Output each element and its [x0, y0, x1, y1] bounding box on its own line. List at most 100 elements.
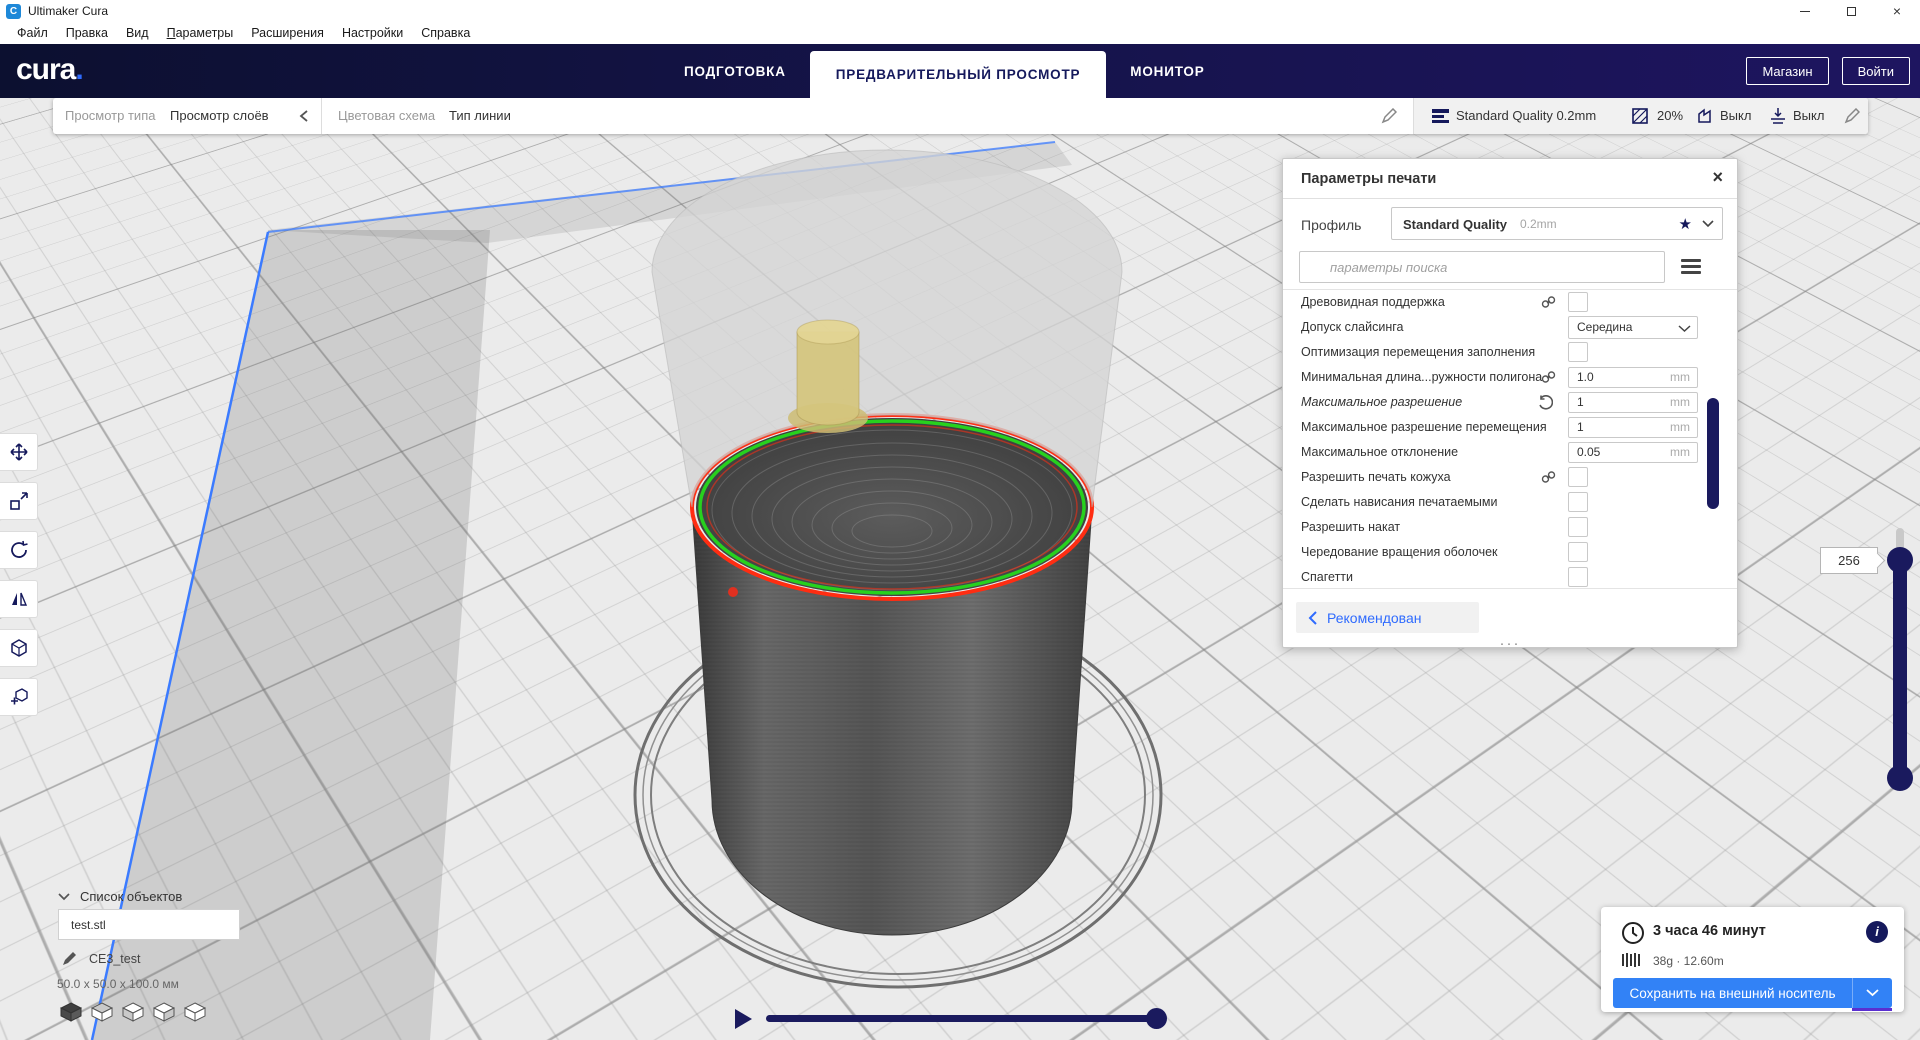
color-scheme-value[interactable]: Тип линии	[449, 98, 511, 134]
object-list-header[interactable]: Список объектов	[58, 889, 182, 904]
setting-checkbox[interactable]	[1568, 492, 1588, 512]
tool-support-blocker-button[interactable]	[0, 678, 38, 716]
setting-unit: mm	[1670, 393, 1690, 412]
menu-edit[interactable]: Правка	[57, 22, 117, 44]
view-front-icon[interactable]	[91, 1002, 113, 1022]
setting-row[interactable]: Спагетти	[1283, 565, 1737, 589]
view-3d-icon[interactable]	[60, 1002, 82, 1022]
setting-row[interactable]: Максимальное отклонение 0.05 mm	[1283, 440, 1737, 465]
setting-row[interactable]: Максимальное разрешение 1 mm	[1283, 390, 1737, 415]
panel-title: Параметры печати	[1301, 159, 1436, 199]
tool-rotate-button[interactable]	[0, 531, 38, 569]
revert-icon[interactable]	[1538, 395, 1553, 410]
setting-row[interactable]: Допуск слайсинга Середина	[1283, 315, 1737, 340]
view-type-value[interactable]: Просмотр слоёв	[170, 98, 269, 134]
setting-input[interactable]: 1.0 mm	[1568, 367, 1698, 388]
printer-row[interactable]: CE3_test	[62, 951, 140, 966]
setting-checkbox[interactable]	[1568, 342, 1588, 362]
rotate-icon	[9, 540, 29, 560]
maximize-button[interactable]	[1828, 0, 1874, 22]
layer-slider-bottom-handle[interactable]	[1887, 765, 1913, 791]
object-name-field[interactable]	[58, 909, 240, 940]
tab-preview[interactable]: ПРЕДВАРИТЕЛЬНЫЙ ПРОСМОТР	[810, 51, 1107, 98]
cura-logo: cura.	[16, 53, 83, 87]
setting-checkbox[interactable]	[1568, 517, 1588, 537]
minimize-icon	[1800, 11, 1810, 12]
scale-icon	[9, 491, 29, 511]
setting-row[interactable]: Максимальное разрешение перемещения 1 mm	[1283, 415, 1737, 440]
setting-label: Оптимизация перемещения заполнения	[1301, 345, 1535, 359]
support-icon	[1697, 108, 1713, 124]
setting-input[interactable]: 1 mm	[1568, 417, 1698, 438]
view-type-section[interactable]: Просмотр типа Просмотр слоёв	[53, 98, 321, 134]
info-icon[interactable]: i	[1866, 921, 1888, 943]
setting-row[interactable]: Разрешить накат	[1283, 515, 1737, 540]
setting-input[interactable]: 0.05 mm	[1568, 442, 1698, 463]
panel-header[interactable]: Параметры печати ×	[1283, 159, 1737, 199]
view-right-icon[interactable]	[184, 1002, 206, 1022]
menu-settings[interactable]: Параметры	[158, 22, 243, 44]
profile-dropdown[interactable]: Standard Quality 0.2mm ★	[1391, 207, 1723, 240]
save-options-dropdown[interactable]	[1852, 978, 1892, 1008]
save-accent-bar	[1852, 1008, 1892, 1011]
pencil-icon[interactable]	[1844, 108, 1860, 124]
simulation-timeline-handle[interactable]	[1146, 1008, 1167, 1029]
view-top-icon[interactable]	[122, 1002, 144, 1022]
settings-search-input[interactable]	[1299, 251, 1665, 283]
tab-prepare[interactable]: ПОДГОТОВКА	[660, 44, 810, 98]
setting-row[interactable]: Древовидная поддержка	[1283, 290, 1737, 315]
setting-value: 1	[1577, 393, 1584, 412]
layer-slider-range[interactable]	[1893, 556, 1907, 782]
setting-select[interactable]: Середина	[1568, 316, 1698, 339]
minimize-button[interactable]	[1782, 0, 1828, 22]
tool-scale-button[interactable]	[0, 482, 38, 520]
settings-list[interactable]: Древовидная поддержка Допуск слайсинга С…	[1283, 289, 1737, 589]
tool-move-button[interactable]	[0, 433, 38, 471]
setting-checkbox[interactable]	[1568, 542, 1588, 562]
menu-view[interactable]: Вид	[117, 22, 158, 44]
tool-per-model-settings-button[interactable]	[0, 629, 38, 667]
color-scheme-section[interactable]: Цветовая схема Тип линии	[322, 98, 1413, 134]
star-icon: ★	[1679, 208, 1692, 241]
setting-checkbox[interactable]	[1568, 567, 1588, 587]
settings-scrollbar[interactable]	[1707, 398, 1719, 509]
menu-preferences[interactable]: Настройки	[333, 22, 412, 44]
close-window-button[interactable]: ×	[1874, 0, 1920, 22]
setting-row[interactable]: Разрешить печать кожуха	[1283, 465, 1737, 490]
pencil-icon[interactable]	[62, 951, 77, 966]
settings-menu-icon[interactable]	[1681, 259, 1701, 275]
pencil-icon[interactable]	[1381, 108, 1397, 124]
view-left-icon[interactable]	[153, 1002, 175, 1022]
view-cube-presets	[60, 1002, 206, 1022]
setting-input[interactable]: 1 mm	[1568, 392, 1698, 413]
tab-monitor[interactable]: МОНИТОР	[1106, 44, 1228, 98]
simulation-play-button[interactable]	[735, 1009, 752, 1029]
setting-row[interactable]: Сделать нависания печатаемыми	[1283, 490, 1737, 515]
setting-label: Сделать нависания печатаемыми	[1301, 495, 1497, 509]
panel-drag-handle-icon[interactable]: ···	[1283, 639, 1737, 649]
profile-label: Профиль	[1301, 217, 1361, 233]
menu-file[interactable]: Файл	[8, 22, 57, 44]
layer-slider-top-handle[interactable]	[1887, 547, 1913, 573]
setting-select-value: Середина	[1577, 317, 1632, 338]
setting-row[interactable]: Чередование вращения оболочек	[1283, 540, 1737, 565]
setting-label: Чередование вращения оболочек	[1301, 545, 1498, 559]
tool-mirror-button[interactable]	[0, 580, 38, 618]
setting-checkbox[interactable]	[1568, 467, 1588, 487]
titlebar: C Ultimaker Cura ×	[0, 0, 1920, 22]
menu-help[interactable]: Справка	[412, 22, 479, 44]
recommended-mode-button[interactable]: Рекомендован	[1296, 602, 1479, 633]
setting-row[interactable]: Минимальная длина...ружности полигона 1.…	[1283, 365, 1737, 390]
setting-checkbox[interactable]	[1568, 292, 1588, 312]
menu-extensions[interactable]: Расширения	[242, 22, 333, 44]
setting-row[interactable]: Оптимизация перемещения заполнения	[1283, 340, 1737, 365]
signin-button[interactable]: Войти	[1842, 57, 1910, 85]
save-to-removable-button[interactable]: Сохранить на внешний носитель	[1613, 978, 1892, 1008]
quality-layers-icon	[1432, 109, 1449, 123]
simulation-timeline[interactable]	[766, 1015, 1158, 1022]
marketplace-button[interactable]: Магазин	[1746, 57, 1828, 85]
panel-close-button[interactable]: ×	[1712, 167, 1723, 188]
chevron-left-icon[interactable]	[299, 110, 309, 122]
print-settings-summary[interactable]: Standard Quality 0.2mm 20% Выкл Выкл	[1414, 98, 1868, 134]
adhesion-icon	[1770, 107, 1786, 125]
